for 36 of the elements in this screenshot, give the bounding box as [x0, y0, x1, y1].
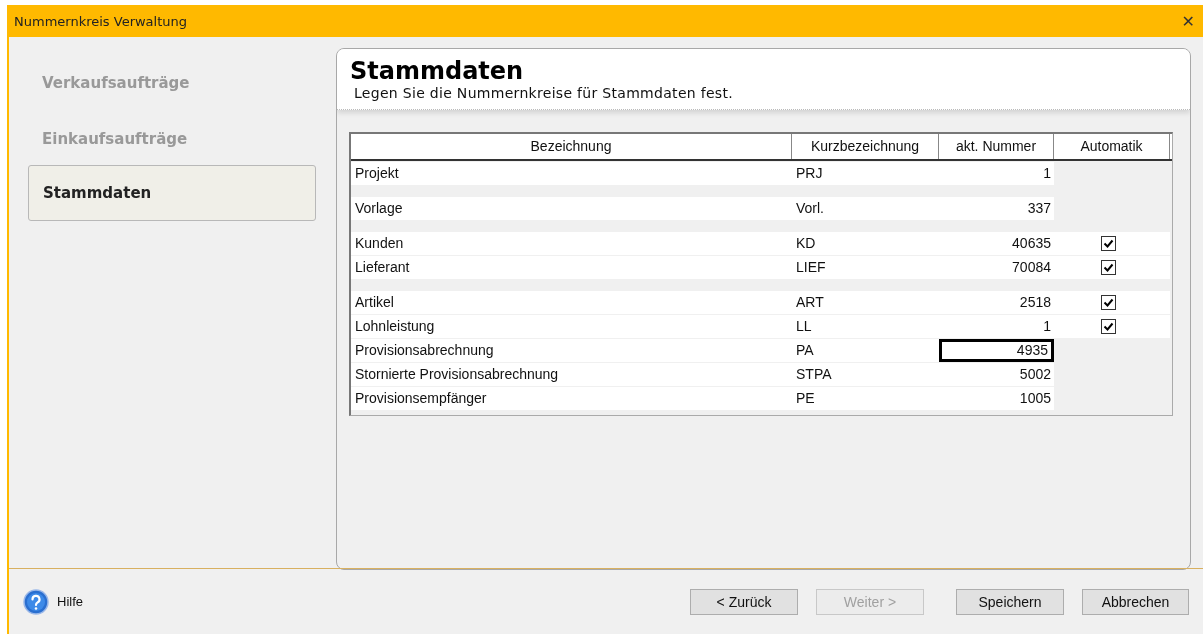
footer-button[interactable]: Speichern: [956, 588, 1064, 615]
page-title: Stammdaten: [350, 57, 525, 85]
table-cell: PA: [792, 339, 939, 362]
column-header[interactable]: akt. Nummer: [939, 134, 1054, 159]
checkbox[interactable]: [1100, 295, 1116, 310]
table-cell: LIEF: [792, 256, 939, 279]
sidebar-item[interactable]: Stammdaten: [28, 165, 316, 221]
close-button[interactable]: ✕: [1173, 11, 1203, 31]
table-cell: 5002: [939, 363, 1054, 386]
table-cell: Lieferant: [351, 256, 792, 279]
footer-button[interactable]: Abbrechen: [1082, 588, 1189, 615]
table-cell: Stornierte Provisionsabrechnung: [351, 363, 792, 386]
table-cell: STPA: [792, 363, 939, 386]
footer-button[interactable]: < Zurück: [690, 588, 798, 615]
checkbox[interactable]: [1100, 260, 1116, 275]
help-label: Hilfe: [57, 594, 83, 609]
table-cell: Provisionsempfänger: [351, 387, 792, 410]
table-cell: PRJ: [792, 162, 939, 185]
table-cell: 1: [939, 315, 1054, 338]
help-icon[interactable]: [23, 588, 49, 615]
table-cell: 70084: [939, 256, 1054, 279]
table-cell: Provisionsabrechnung: [351, 339, 792, 362]
table-cell: 1005: [939, 387, 1054, 410]
table-cell: Projekt: [351, 162, 792, 185]
number-field[interactable]: 4935: [939, 339, 1054, 362]
table-cell: LL: [792, 315, 939, 338]
column-header[interactable]: Bezeichnung: [351, 134, 792, 159]
checkbox[interactable]: [1100, 319, 1116, 334]
column-header[interactable]: Kurzbezeichnung: [792, 134, 939, 159]
page-subtitle: Legen Sie die Nummernkreise für Stammdaten fest.: [354, 85, 734, 101]
checkbox[interactable]: [1100, 236, 1116, 251]
table-cell: Lohnleistung: [351, 315, 792, 338]
table-cell: PE: [792, 387, 939, 410]
column-header[interactable]: Automatik: [1054, 134, 1170, 159]
table-cell: 1: [939, 162, 1054, 185]
window-title: Nummernkreis Verwaltung: [14, 13, 187, 29]
